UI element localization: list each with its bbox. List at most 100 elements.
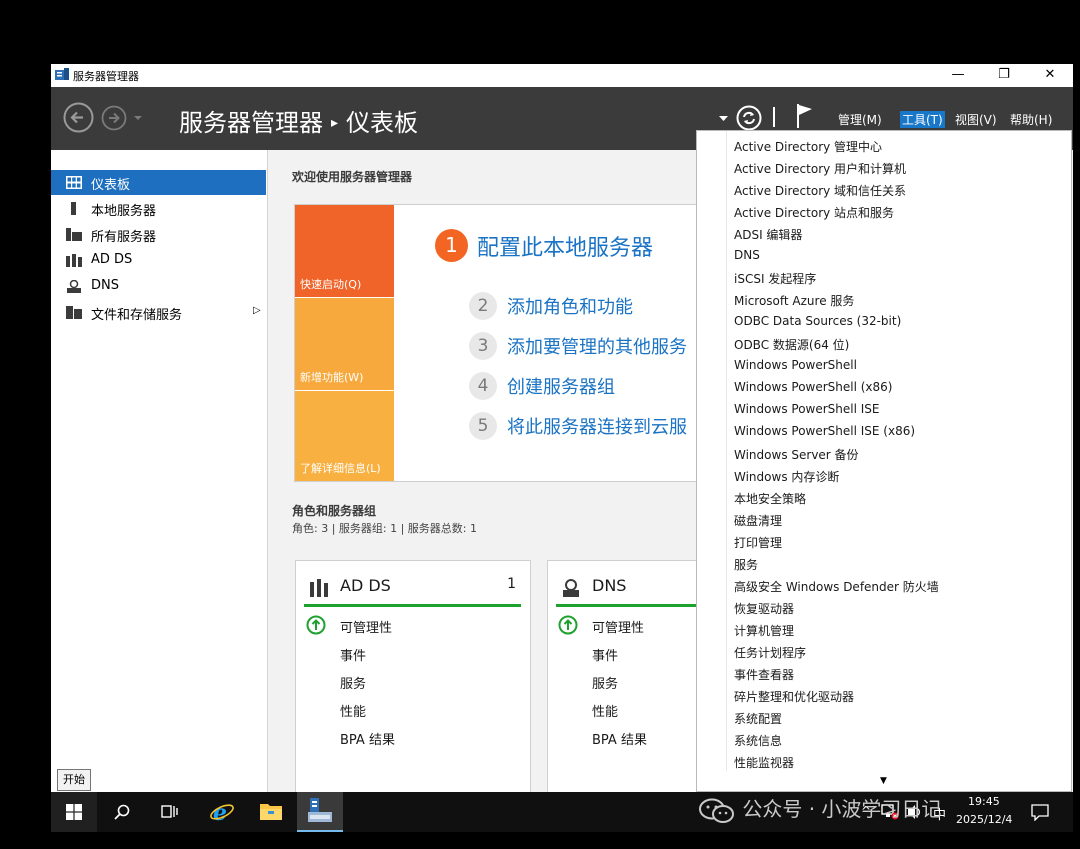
sidebar-item-local-server[interactable]: 本地服务器 xyxy=(51,196,266,221)
tools-menu-item[interactable]: 恢复驱动器 xyxy=(734,600,794,617)
tools-menu-item[interactable]: Windows 内存诊断 xyxy=(734,468,839,485)
clock-time[interactable]: 19:45 xyxy=(968,795,1000,808)
tile-whats-new[interactable]: 新增功能(W) xyxy=(295,298,394,390)
tools-menu-item[interactable]: iSCSI 发起程序 xyxy=(734,270,816,287)
local-server-icon xyxy=(71,202,76,215)
minimize-button[interactable]: — xyxy=(935,64,981,86)
tools-menu-item[interactable]: ODBC 数据源(64 位) xyxy=(734,336,849,353)
ie-taskbar-button[interactable]: e xyxy=(198,792,244,832)
tile-label: 了解详细信息(L) xyxy=(300,462,381,475)
breadcrumb-app[interactable]: 服务器管理器 xyxy=(179,109,323,137)
tools-menu-item[interactable]: Active Directory 用户和计算机 xyxy=(734,160,906,177)
tile-label: 新增功能(W) xyxy=(300,371,364,384)
tools-menu-item[interactable]: Active Directory 站点和服务 xyxy=(734,204,894,221)
title-bar: 服务器管理器 — ❐ ✕ xyxy=(51,64,1073,87)
server-manager-taskbar-button[interactable] xyxy=(297,792,343,832)
forward-arrow-icon[interactable] xyxy=(101,105,127,131)
tile-quick-start[interactable]: 快速启动(Q) xyxy=(295,205,394,297)
tools-menu-item[interactable]: Active Directory 管理中心 xyxy=(734,138,882,155)
tools-menu-item[interactable]: 事件查看器 xyxy=(734,666,794,683)
row-manageability[interactable]: 可管理性 xyxy=(340,617,392,636)
header-dropdown-icon[interactable] xyxy=(719,116,728,122)
menu-view[interactable]: 视图(V) xyxy=(955,111,997,128)
close-button[interactable]: ✕ xyxy=(1027,64,1073,86)
scroll-down-icon[interactable]: ▼ xyxy=(880,776,887,786)
row-performance[interactable]: 性能 xyxy=(340,701,366,720)
windows-logo-icon xyxy=(66,804,82,820)
row-bpa-results[interactable]: BPA 结果 xyxy=(592,729,647,748)
notification-flag-icon[interactable] xyxy=(796,103,814,129)
step-link[interactable]: 添加角色和功能 xyxy=(507,297,633,318)
tools-menu-item[interactable]: 性能监视器 xyxy=(734,754,794,771)
tools-menu-item[interactable]: Windows PowerShell ISE xyxy=(734,402,880,416)
role-card-title[interactable]: AD DS xyxy=(340,576,391,595)
sidebar: 仪表板 本地服务器 所有服务器 AD DS DNS 文件和存储服务 ▷ xyxy=(51,150,268,792)
step-link[interactable]: 创建服务器组 xyxy=(507,377,615,398)
tools-menu-item[interactable]: Windows PowerShell (x86) xyxy=(734,380,892,394)
row-events[interactable]: 事件 xyxy=(592,645,618,664)
task-view-button[interactable] xyxy=(147,792,193,832)
history-dropdown-icon[interactable] xyxy=(133,115,143,121)
tools-menu-item[interactable]: Windows Server 备份 xyxy=(734,446,859,463)
tools-menu-item[interactable]: 碎片整理和优化驱动器 xyxy=(734,688,854,705)
role-card-ad-ds[interactable]: AD DS 1 可管理性 事件 服务 性能 BPA 结果 xyxy=(295,560,531,792)
tools-menu-item[interactable]: 系统配置 xyxy=(734,710,782,727)
task-view-icon xyxy=(161,805,178,818)
action-center-icon[interactable] xyxy=(1031,803,1049,821)
roles-summary: 角色: 3 | 服务器组: 1 | 服务器总数: 1 xyxy=(292,522,478,535)
sidebar-item-file-storage[interactable]: 文件和存储服务 ▷ xyxy=(51,300,266,325)
tile-learn-more[interactable]: 了解详细信息(L) xyxy=(295,391,394,481)
file-explorer-button[interactable] xyxy=(248,792,294,832)
tools-menu-item[interactable]: 磁盘清理 xyxy=(734,512,782,529)
step-add-servers[interactable]: 3 添加要管理的其他服务 xyxy=(469,332,687,360)
wechat-logo-icon xyxy=(699,798,734,823)
step-connect-cloud[interactable]: 5 将此服务器连接到云服 xyxy=(469,412,687,440)
maximize-button[interactable]: ❐ xyxy=(981,64,1027,86)
tools-menu-item[interactable]: 高级安全 Windows Defender 防火墙 xyxy=(734,578,939,595)
sidebar-item-all-servers[interactable]: 所有服务器 xyxy=(51,222,266,247)
tools-menu-item[interactable]: ADSI 编辑器 xyxy=(734,226,802,243)
menu-tools[interactable]: 工具(T) xyxy=(900,111,945,128)
row-manageability[interactable]: 可管理性 xyxy=(592,617,644,636)
expand-arrow-icon[interactable]: ▷ xyxy=(253,305,261,316)
back-arrow-icon[interactable] xyxy=(63,102,94,133)
row-performance[interactable]: 性能 xyxy=(592,701,618,720)
step-add-roles[interactable]: 2 添加角色和功能 xyxy=(469,292,633,320)
step-link[interactable]: 将此服务器连接到云服 xyxy=(507,417,687,438)
step-link[interactable]: 配置此本地服务器 xyxy=(477,236,653,261)
quick-start-panel: 快速启动(Q) 新增功能(W) 了解详细信息(L) 1 配置此本地服务器 2 添加角… xyxy=(294,204,716,482)
menu-manage[interactable]: 管理(M) xyxy=(838,111,882,128)
status-ok-icon xyxy=(558,615,578,635)
tools-menu-item[interactable]: 服务 xyxy=(734,556,758,573)
sidebar-item-dashboard[interactable]: 仪表板 xyxy=(51,170,266,195)
tools-menu-item[interactable]: Active Directory 域和信任关系 xyxy=(734,182,906,199)
step-configure-local-server[interactable]: 1 配置此本地服务器 xyxy=(435,229,653,262)
clock-date[interactable]: 2025/12/4 xyxy=(956,813,1012,826)
step-link[interactable]: 添加要管理的其他服务 xyxy=(507,337,687,358)
tools-menu-item[interactable]: ODBC Data Sources (32-bit) xyxy=(734,314,901,328)
tools-menu-item[interactable]: Windows PowerShell xyxy=(734,358,857,372)
tools-menu-item[interactable]: Microsoft Azure 服务 xyxy=(734,292,854,309)
menu-gutter xyxy=(726,131,727,771)
internet-explorer-icon: e xyxy=(210,800,234,825)
menu-help[interactable]: 帮助(H) xyxy=(1010,111,1052,128)
search-button[interactable] xyxy=(99,792,145,832)
row-services[interactable]: 服务 xyxy=(592,673,618,692)
breadcrumb-separator: ▸ xyxy=(331,115,339,131)
tools-menu-item[interactable]: 打印管理 xyxy=(734,534,782,551)
tools-menu-item[interactable]: Windows PowerShell ISE (x86) xyxy=(734,424,915,438)
row-services[interactable]: 服务 xyxy=(340,673,366,692)
sidebar-item-dns[interactable]: DNS xyxy=(51,274,266,299)
tools-menu-item[interactable]: DNS xyxy=(734,248,760,262)
refresh-icon[interactable] xyxy=(736,105,762,131)
row-events[interactable]: 事件 xyxy=(340,645,366,664)
tools-menu-item[interactable]: 任务计划程序 xyxy=(734,644,806,661)
role-card-title[interactable]: DNS xyxy=(592,576,626,595)
step-create-group[interactable]: 4 创建服务器组 xyxy=(469,372,615,400)
sidebar-item-ad-ds[interactable]: AD DS xyxy=(51,248,266,273)
row-bpa-results[interactable]: BPA 结果 xyxy=(340,729,395,748)
tools-menu-item[interactable]: 计算机管理 xyxy=(734,622,794,639)
tools-menu-item[interactable]: 本地安全策略 xyxy=(734,490,806,507)
tools-menu-item[interactable]: 系统信息 xyxy=(734,732,782,749)
start-button[interactable] xyxy=(51,792,97,832)
